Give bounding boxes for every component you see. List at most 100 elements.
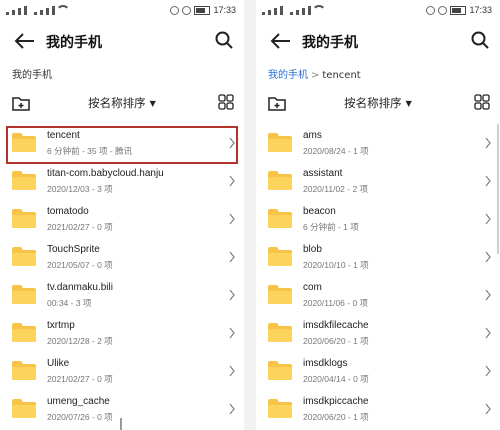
toolbar: 按名称排序 ▼ <box>256 92 500 116</box>
folder-meta: 2020/07/26 - 0 项 <box>47 412 113 422</box>
folder-row[interactable]: txrtmp 2020/12/28 - 2 项 <box>0 315 244 353</box>
chevron-right-icon <box>229 289 235 301</box>
folder-icon <box>268 323 292 342</box>
grid-view-icon[interactable] <box>474 94 490 110</box>
folder-row[interactable]: imsdkpiccache 2020/06/20 - 1 项 <box>256 391 500 429</box>
folder-list: tencent 6 分钟前 - 35 项 - 腾讯 titan-com.babyc… <box>0 125 244 429</box>
vibrate-icon <box>438 5 448 15</box>
chevron-right-icon <box>485 289 491 301</box>
chevron-right-icon <box>229 175 235 187</box>
breadcrumb-current: tencent <box>322 70 361 81</box>
breadcrumb: 我的手机 > tencent <box>268 66 361 81</box>
search-icon[interactable] <box>214 30 234 50</box>
folder-icon <box>268 247 292 266</box>
folder-icon <box>12 399 36 418</box>
chevron-right-icon <box>229 137 235 149</box>
folder-name: titan-com.babycloud.hanju <box>47 168 164 179</box>
folder-name: Ulike <box>47 358 70 369</box>
status-time: 17:33 <box>213 5 236 15</box>
new-folder-icon[interactable] <box>268 95 286 111</box>
folder-row[interactable]: blob 2020/10/10 - 1 项 <box>256 239 500 277</box>
page-title: 我的手机 <box>46 35 102 51</box>
chevron-right-icon <box>485 175 491 187</box>
folder-row[interactable]: Ulike 2021/02/27 - 0 项 <box>0 353 244 391</box>
wifi-icon <box>312 5 326 14</box>
folder-name: beacon <box>303 206 336 217</box>
folder-meta: 2020/08/24 - 1 项 <box>303 146 369 156</box>
breadcrumb-root[interactable]: 我的手机 <box>12 70 52 81</box>
search-icon[interactable] <box>470 30 490 50</box>
back-arrow-icon[interactable] <box>14 32 36 50</box>
folder-name: blob <box>303 244 322 255</box>
folder-row[interactable]: beacon 6 分钟前 - 1 项 <box>256 201 500 239</box>
folder-name: tencent <box>47 130 80 141</box>
file-manager-screen-right: 17:33 我的手机 我的手机 > tencent 按名称排序 ▼ ams 2020/0… <box>256 0 500 430</box>
folder-name: tv.danmaku.bili <box>47 282 113 293</box>
folder-icon <box>268 133 292 152</box>
folder-row[interactable]: imsdklogs 2020/04/14 - 0 项 <box>256 353 500 391</box>
folder-row[interactable]: tv.danmaku.bili 00:34 - 3 项 <box>0 277 244 315</box>
sort-label: 按名称排序 <box>88 96 146 110</box>
breadcrumb: 我的手机 <box>12 66 52 81</box>
folder-name: umeng_cache <box>47 396 110 407</box>
chevron-right-icon <box>229 365 235 377</box>
folder-meta: 2020/10/10 - 1 项 <box>303 260 369 270</box>
folder-row[interactable]: titan-com.babycloud.hanju 2020/12/03 - 3 … <box>0 163 244 201</box>
folder-name: TouchSprite <box>47 244 100 255</box>
battery-icon <box>450 5 467 15</box>
status-bar: 17:33 <box>0 0 244 22</box>
folder-name: assistant <box>303 168 343 179</box>
folder-row[interactable]: TouchSprite 2021/05/07 - 0 项 <box>0 239 244 277</box>
folder-icon <box>268 399 292 418</box>
sort-dropdown[interactable]: 按名称排序 ▼ <box>344 95 412 111</box>
folder-row[interactable]: umeng_cache 2020/07/26 - 0 项 <box>0 391 244 429</box>
folder-row[interactable]: assistant 2020/11/02 - 2 项 <box>256 163 500 201</box>
chevron-right-icon <box>485 403 491 415</box>
folder-row[interactable]: com 2020/11/06 - 0 项 <box>256 277 500 315</box>
grid-view-icon[interactable] <box>218 94 234 110</box>
folder-meta: 2020/12/28 - 2 项 <box>47 336 113 346</box>
folder-name: txrtmp <box>47 320 75 331</box>
toolbar: 按名称排序 ▼ <box>0 92 244 116</box>
folder-meta: 2020/06/20 - 1 项 <box>303 336 369 346</box>
chevron-right-icon <box>485 137 491 149</box>
folder-icon <box>268 209 292 228</box>
folder-meta: 2021/02/27 - 0 项 <box>47 222 113 232</box>
new-folder-icon[interactable] <box>12 95 30 111</box>
folder-icon <box>268 171 292 190</box>
scroll-handle[interactable] <box>120 418 122 430</box>
folder-name: ams <box>303 130 322 141</box>
folder-icon <box>268 361 292 380</box>
caret-down-icon: ▼ <box>405 99 412 108</box>
status-time: 17:33 <box>469 5 492 15</box>
folder-icon <box>12 361 36 380</box>
status-bar: 17:33 <box>256 0 500 22</box>
folder-meta: 2020/06/20 - 1 项 <box>303 412 369 422</box>
folder-name: imsdkfilecache <box>303 320 369 331</box>
vibrate-icon <box>182 5 192 15</box>
chevron-right-icon <box>485 251 491 263</box>
page-title: 我的手机 <box>302 35 358 51</box>
folder-row[interactable]: tomatodo 2021/02/27 - 0 项 <box>0 201 244 239</box>
folder-meta: 00:34 - 3 项 <box>47 298 92 308</box>
sort-dropdown[interactable]: 按名称排序 ▼ <box>88 95 156 111</box>
folder-icon <box>12 285 36 304</box>
chevron-right-icon <box>229 403 235 415</box>
folder-meta: 2020/11/02 - 2 项 <box>303 184 369 194</box>
chevron-right-icon <box>229 327 235 339</box>
folder-row[interactable]: tencent 6 分钟前 - 35 项 - 腾讯 <box>0 125 244 163</box>
folder-icon <box>12 133 36 152</box>
breadcrumb-root[interactable]: 我的手机 <box>268 70 308 81</box>
folder-row[interactable]: imsdkfilecache 2020/06/20 - 1 项 <box>256 315 500 353</box>
alarm-icon <box>170 5 180 15</box>
breadcrumb-separator-icon: > <box>311 70 320 81</box>
folder-meta: 2020/04/14 - 0 项 <box>303 374 369 384</box>
folder-meta: 6 分钟前 - 35 项 - 腾讯 <box>47 146 133 156</box>
folder-row[interactable]: ams 2020/08/24 - 1 项 <box>256 125 500 163</box>
folder-list: ams 2020/08/24 - 1 项 assistant 2020/11/02 … <box>256 125 500 429</box>
signal-icon <box>6 6 55 15</box>
back-arrow-icon[interactable] <box>270 32 292 50</box>
folder-name: imsdklogs <box>303 358 348 369</box>
scrollbar[interactable] <box>497 124 499 254</box>
battery-icon <box>194 5 211 15</box>
